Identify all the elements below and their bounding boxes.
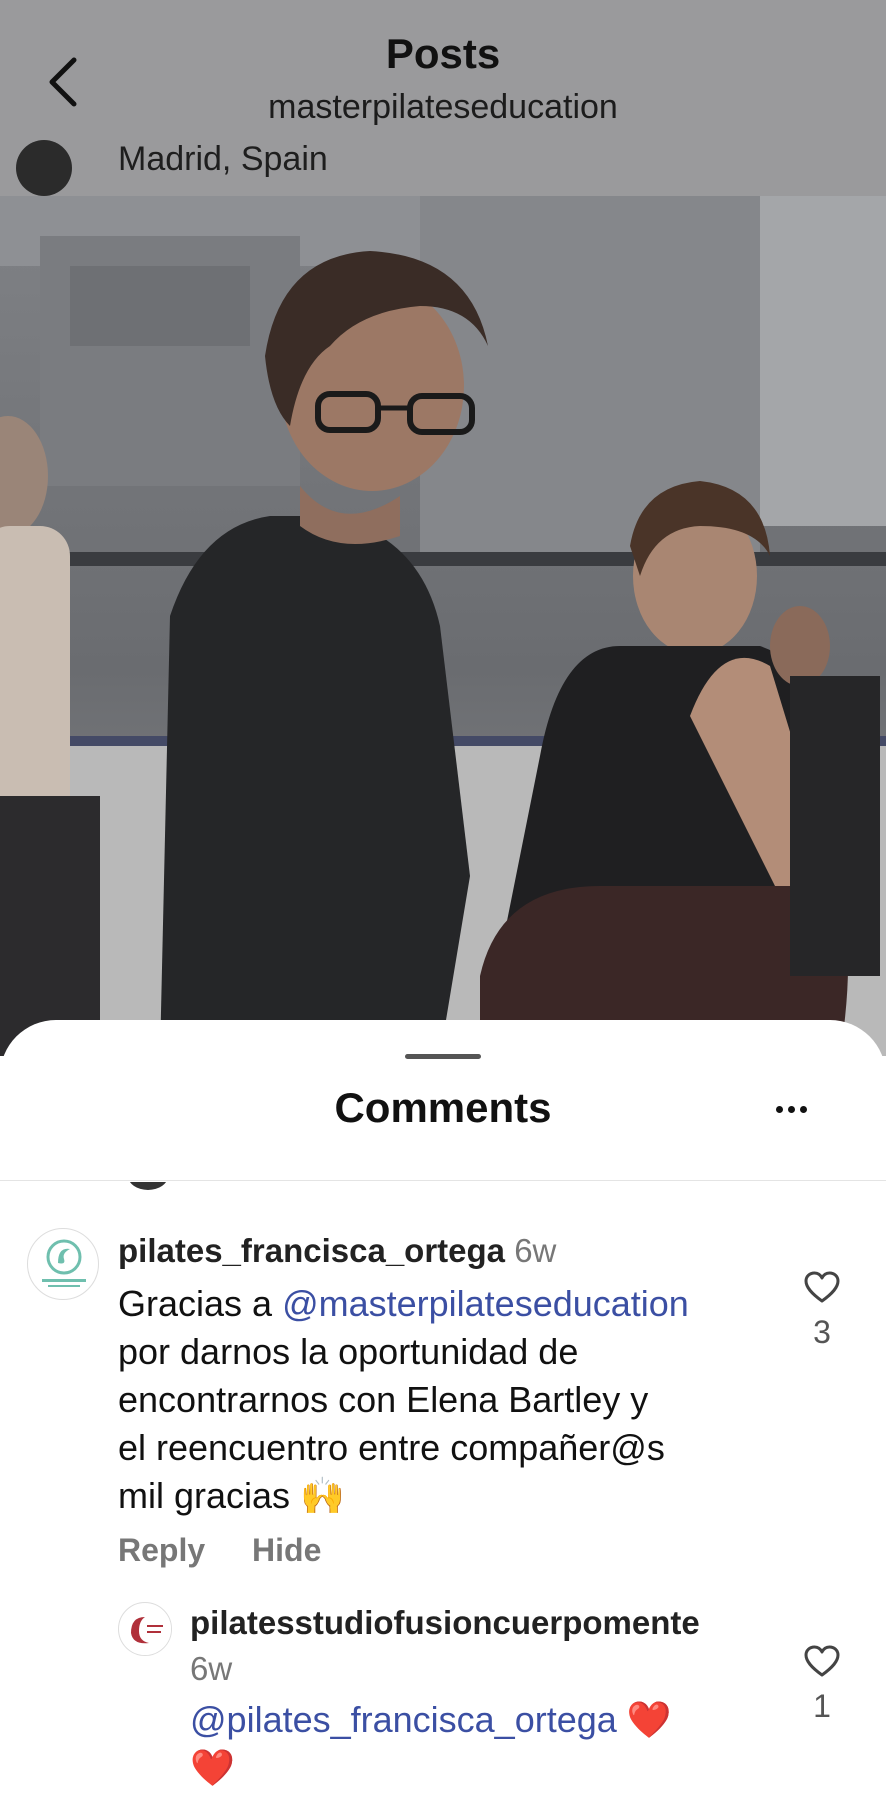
comment-timestamp: 6w bbox=[190, 1650, 233, 1687]
more-dot-icon bbox=[788, 1106, 795, 1113]
page-title: Posts bbox=[385, 30, 501, 77]
hide-button[interactable]: Hide bbox=[252, 1532, 321, 1568]
post-photo[interactable] bbox=[0, 196, 886, 1056]
comment-actions: Reply Hide bbox=[118, 1532, 359, 1569]
comment-text: @pilates_francisca_ortega ❤️ ❤️ bbox=[190, 1699, 672, 1788]
comment-like: 1 bbox=[800, 1644, 844, 1725]
heart-icon[interactable] bbox=[803, 1644, 841, 1678]
fusion-logo-icon bbox=[120, 1604, 171, 1655]
comment-timestamp: 6w bbox=[514, 1232, 557, 1269]
more-dot-icon bbox=[776, 1106, 783, 1113]
more-options-button[interactable] bbox=[776, 1100, 824, 1120]
like-count: 1 bbox=[813, 1688, 831, 1724]
sheet-drag-handle[interactable] bbox=[405, 1054, 481, 1059]
post-author-avatar[interactable] bbox=[16, 140, 72, 196]
comment-username[interactable]: pilatesstudiofusioncuerpomente bbox=[190, 1604, 700, 1642]
header-bar: Posts masterpilateseducation Madrid, Spa… bbox=[0, 0, 886, 196]
comment-mention[interactable]: @pilates_francisca_ortega bbox=[190, 1699, 617, 1740]
comment-text: Gracias a @masterpilateseducation por da… bbox=[118, 1283, 689, 1516]
comments-sheet: Comments pilates_francisca_ortega 6w Gra… bbox=[0, 1020, 886, 1820]
previous-comment-peek bbox=[120, 1182, 820, 1194]
more-dot-icon bbox=[800, 1106, 807, 1113]
comment-mention[interactable]: @masterpilateseducation bbox=[282, 1283, 689, 1324]
post-photo-image bbox=[0, 196, 886, 1056]
reply-button[interactable]: Reply bbox=[118, 1532, 205, 1568]
comment-avatar[interactable] bbox=[118, 1602, 172, 1656]
comments-title: Comments bbox=[334, 1084, 552, 1131]
account-username[interactable]: masterpilateseducation bbox=[0, 88, 886, 127]
comment-username[interactable]: pilates_francisca_ortega 6w bbox=[118, 1232, 556, 1270]
like-count: 3 bbox=[813, 1314, 831, 1350]
post-location[interactable]: Madrid, Spain bbox=[118, 140, 328, 179]
heart-icon[interactable] bbox=[803, 1270, 841, 1304]
previous-comment-avatar bbox=[128, 1182, 168, 1190]
francisca-logo-icon bbox=[42, 1239, 86, 1287]
header-divider bbox=[0, 1180, 886, 1181]
comment-like: 3 bbox=[800, 1270, 844, 1351]
comment-avatar[interactable] bbox=[27, 1228, 99, 1300]
